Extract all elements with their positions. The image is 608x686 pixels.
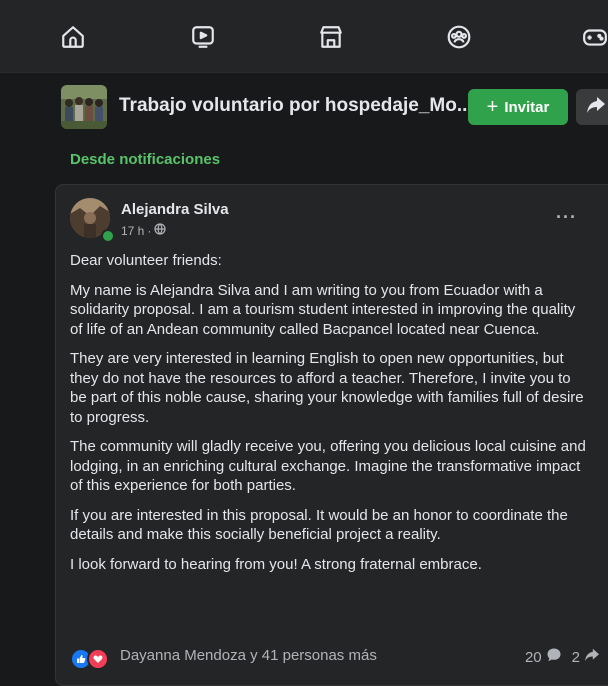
post-meta: 17 h ·: [121, 223, 166, 238]
home-icon[interactable]: [60, 24, 88, 52]
from-notifications-label: Desde notificaciones: [70, 151, 221, 168]
post-footer: Dayanna Mendoza y 41 personas más 20 2: [70, 646, 600, 670]
invite-button[interactable]: + Invitar: [468, 89, 568, 125]
share-icon: [584, 648, 600, 666]
share-arrow-icon: [586, 96, 606, 119]
watch-icon[interactable]: [190, 24, 218, 52]
reactions-summary[interactable]: [70, 648, 109, 670]
meta-separator: ·: [147, 223, 152, 238]
comment-icon: [546, 647, 562, 667]
online-status-dot: [101, 229, 115, 243]
gaming-icon[interactable]: [582, 24, 608, 52]
group-title[interactable]: Trabajo voluntario por hospedaje_Mo...: [119, 95, 473, 117]
groups-icon[interactable]: [446, 24, 474, 52]
invite-button-label: Invitar: [504, 98, 550, 116]
post-paragraph: If you are interested in this proposal. …: [70, 506, 568, 544]
comments-count[interactable]: 20: [525, 649, 542, 666]
post-paragraph: I look forward to hearing from you! A st…: [70, 555, 482, 573]
more-options-button[interactable]: ···: [556, 207, 577, 228]
plus-icon: +: [486, 95, 499, 118]
post-paragraph: They are very interested in learning Eng…: [70, 350, 584, 426]
post-paragraph: My name is Alejandra Silva and I am writ…: [70, 281, 576, 338]
author-name[interactable]: Alejandra Silva: [121, 201, 229, 218]
shares-count[interactable]: 2: [572, 649, 580, 666]
post-time[interactable]: 17 h: [121, 224, 144, 238]
post-paragraph: The community will gladly receive you, o…: [70, 438, 586, 494]
share-button[interactable]: [576, 89, 608, 125]
love-reaction-icon: [87, 648, 109, 670]
engagement-counts: 20 2: [525, 647, 600, 667]
reactions-text[interactable]: Dayanna Mendoza y 41 personas más: [120, 647, 377, 664]
post-paragraph: Dear volunteer friends:: [70, 252, 222, 269]
marketplace-icon[interactable]: [318, 24, 346, 52]
globe-icon: [154, 223, 166, 238]
top-nav-bar: [0, 0, 608, 72]
post-body: Dear volunteer friends: My name is Aleja…: [70, 251, 590, 584]
group-avatar[interactable]: [61, 85, 107, 129]
